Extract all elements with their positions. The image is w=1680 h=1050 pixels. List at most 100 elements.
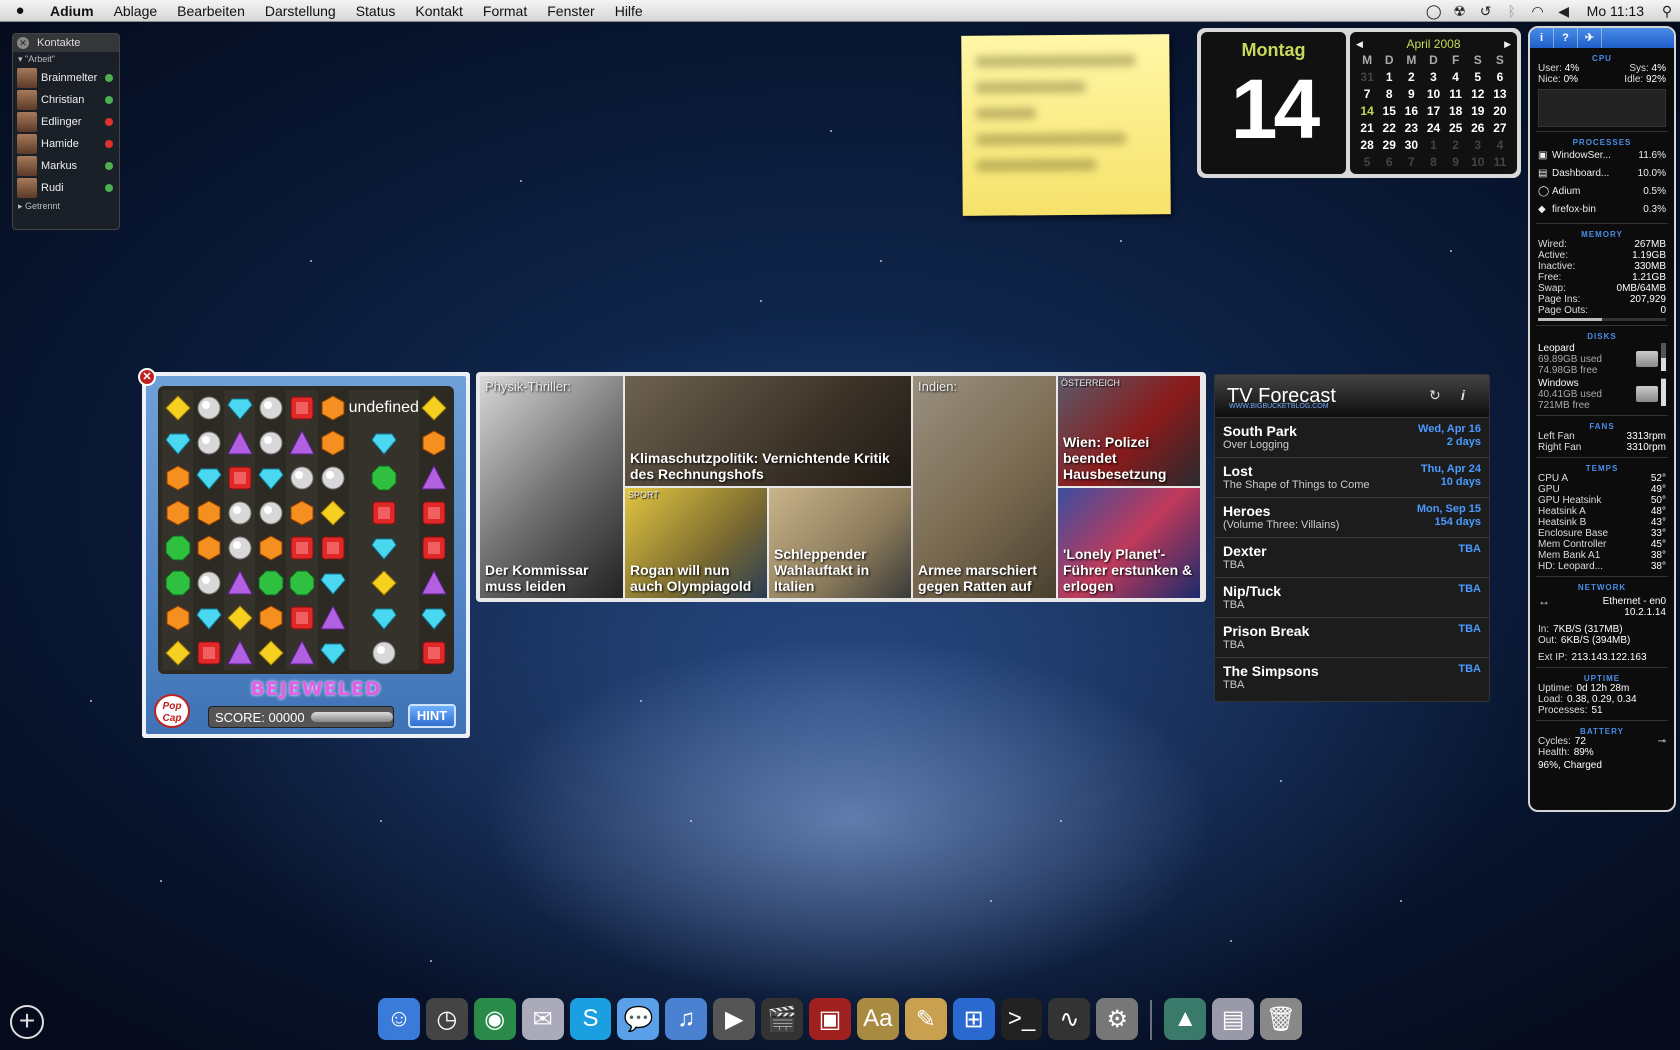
contact-group-arbeit[interactable]: ▾ "Arbeit" (13, 52, 119, 67)
contact-row[interactable]: Brainmelter (13, 67, 119, 89)
news-tile[interactable]: Schleppender Wahlauftakt in Italien (769, 488, 911, 598)
red-gem-icon[interactable] (286, 600, 318, 635)
finder-icon[interactable]: ☺ (378, 998, 420, 1040)
menu-bearbeiten[interactable]: Bearbeiten (167, 3, 255, 19)
blue-gem-icon[interactable] (348, 425, 419, 460)
purple-gem-icon[interactable] (224, 635, 256, 670)
network-icon[interactable]: ◉ (473, 998, 516, 1040)
purple-gem-icon[interactable] (286, 635, 318, 670)
info-icon[interactable]: i (1530, 28, 1554, 48)
mail-icon[interactable]: ✉ (521, 998, 564, 1040)
calendar-date[interactable]: 11 (1489, 154, 1511, 170)
red-gem-icon[interactable] (419, 530, 450, 565)
calendar-date[interactable]: 5 (1467, 69, 1489, 85)
next-month-icon[interactable]: ▶ (1504, 39, 1511, 50)
tv-show-row[interactable]: Dexter TBA TBA (1215, 537, 1489, 577)
orange-gem-icon[interactable] (255, 600, 286, 635)
calendar-date[interactable]: 7 (1400, 154, 1422, 170)
orange-gem-icon[interactable] (255, 530, 286, 565)
green-gem-icon[interactable] (348, 460, 419, 495)
news-tile[interactable]: Physik-Thriller: Der Kommissar muss leide… (480, 376, 623, 598)
calendar-date[interactable]: 15 (1378, 103, 1400, 119)
menu-hilfe[interactable]: Hilfe (605, 3, 653, 19)
prev-month-icon[interactable]: ◀ (1356, 39, 1363, 50)
volume-icon[interactable]: ◀ (1551, 3, 1577, 20)
calendar-widget[interactable]: Montag 14 ◀ April 2008 ▶ M D M D F S S 31 1 2 3 4 5 6… (1197, 28, 1521, 178)
tv-show-row[interactable]: Nip/Tuck TBA TBA (1215, 577, 1489, 617)
red-gem-icon[interactable] (419, 635, 450, 670)
calendar-date[interactable]: 1 (1378, 69, 1400, 85)
purple-gem-icon[interactable] (419, 565, 450, 600)
calendar-date[interactable]: 8 (1422, 154, 1444, 170)
news-tile[interactable]: 'Lonely Planet'-Führer erstunken & erlog… (1058, 488, 1200, 598)
calendar-date[interactable]: 29 (1378, 137, 1400, 153)
popcap-logo[interactable]: Pop Cap (154, 694, 190, 728)
dictionary-icon[interactable]: Aa (856, 998, 899, 1040)
menu-ablage[interactable]: Ablage (104, 3, 168, 19)
purple-gem-icon[interactable] (419, 460, 450, 495)
yellow-gem-icon[interactable] (162, 635, 194, 670)
menu-fenster[interactable]: Fenster (537, 3, 604, 19)
dashboard-icon[interactable]: ◷ (425, 998, 468, 1040)
red-gem-icon[interactable] (193, 635, 224, 670)
calendar-date[interactable]: 11 (1445, 86, 1467, 102)
contact-row[interactable]: Christian (13, 89, 119, 111)
blue-gem-icon[interactable] (255, 460, 286, 495)
undefined[interactable]: undefined (348, 390, 419, 425)
purple-gem-icon[interactable] (224, 565, 256, 600)
windows-icon[interactable]: ⊞ (952, 998, 995, 1040)
calendar-date[interactable]: 28 (1356, 137, 1378, 153)
time-machine-icon[interactable]: ↺ (1473, 3, 1499, 20)
orange-gem-icon[interactable] (193, 530, 224, 565)
calendar-date[interactable]: 20 (1489, 103, 1511, 119)
blue-gem-icon[interactable] (348, 530, 419, 565)
system-preferences-icon[interactable]: ⚙ (1096, 998, 1139, 1040)
white-gem-icon[interactable] (318, 460, 349, 495)
dashboard-add-widget-icon[interactable]: + (10, 1005, 44, 1039)
calendar-date[interactable]: 2 (1400, 69, 1422, 85)
itunes-icon[interactable]: ♫ (665, 998, 708, 1040)
calendar-date[interactable]: 4 (1489, 137, 1511, 153)
calendar-date[interactable]: 8 (1378, 86, 1400, 102)
blue-gem-icon[interactable] (224, 390, 256, 425)
orange-gem-icon[interactable] (419, 425, 450, 460)
orange-gem-icon[interactable] (318, 425, 349, 460)
red-gem-icon[interactable] (286, 530, 318, 565)
calendar-date[interactable]: 7 (1356, 86, 1378, 102)
news-tile[interactable]: Klimaschutzpolitik: Vernichtende Kritik … (625, 376, 911, 486)
news-tile[interactable]: ÖSTERREICH Wien: Polizei beendet Hausbese… (1058, 376, 1200, 486)
activity-monitor-icon[interactable]: ∿ (1048, 998, 1091, 1040)
menu-format[interactable]: Format (473, 3, 537, 19)
refresh-icon[interactable]: ↻ (1429, 387, 1441, 404)
calendar-date[interactable]: 6 (1378, 154, 1400, 170)
tv-forecast-url[interactable]: WWW.BIGBUCKETBLOG.COM (1229, 403, 1329, 410)
blue-gem-icon[interactable] (348, 600, 419, 635)
calendar-date[interactable]: 6 (1489, 69, 1511, 85)
calendar-date[interactable]: 19 (1467, 103, 1489, 119)
white-gem-icon[interactable] (255, 495, 286, 530)
calendar-date[interactable]: 12 (1467, 86, 1489, 102)
terminal-icon[interactable]: >_ (1000, 998, 1043, 1040)
calendar-date[interactable]: 21 (1356, 120, 1378, 136)
wifi-icon[interactable]: ◠ (1525, 3, 1551, 20)
documents-stack-icon[interactable]: ▤ (1212, 998, 1255, 1040)
bluetooth-icon[interactable]: ᛒ (1499, 3, 1525, 19)
red-gem-icon[interactable] (419, 495, 450, 530)
tv-show-row[interactable]: South Park Over Logging Wed, Apr 16 2 days (1215, 417, 1489, 457)
info-icon[interactable]: i (1461, 387, 1465, 403)
calendar-date[interactable]: 5 (1356, 154, 1378, 170)
textedit-icon[interactable]: ✎ (904, 998, 947, 1040)
yellow-gem-icon[interactable] (419, 390, 450, 425)
news-tile[interactable]: SPORT Rogan will nun auch Olympiagold (625, 488, 767, 598)
menu-app-name[interactable]: Adium (40, 3, 104, 19)
yellow-gem-icon[interactable] (255, 635, 286, 670)
orange-gem-icon[interactable] (162, 495, 194, 530)
blue-gem-icon[interactable] (318, 635, 349, 670)
menu-status[interactable]: Status (346, 3, 406, 19)
calendar-date[interactable]: 23 (1400, 120, 1422, 136)
tv-show-row[interactable]: Heroes (Volume Three: Villains) Mon, Sep 1… (1215, 497, 1489, 537)
white-gem-icon[interactable] (255, 425, 286, 460)
orange-gem-icon[interactable] (193, 495, 224, 530)
calendar-date[interactable]: 2 (1445, 137, 1467, 153)
white-gem-icon[interactable] (224, 495, 256, 530)
